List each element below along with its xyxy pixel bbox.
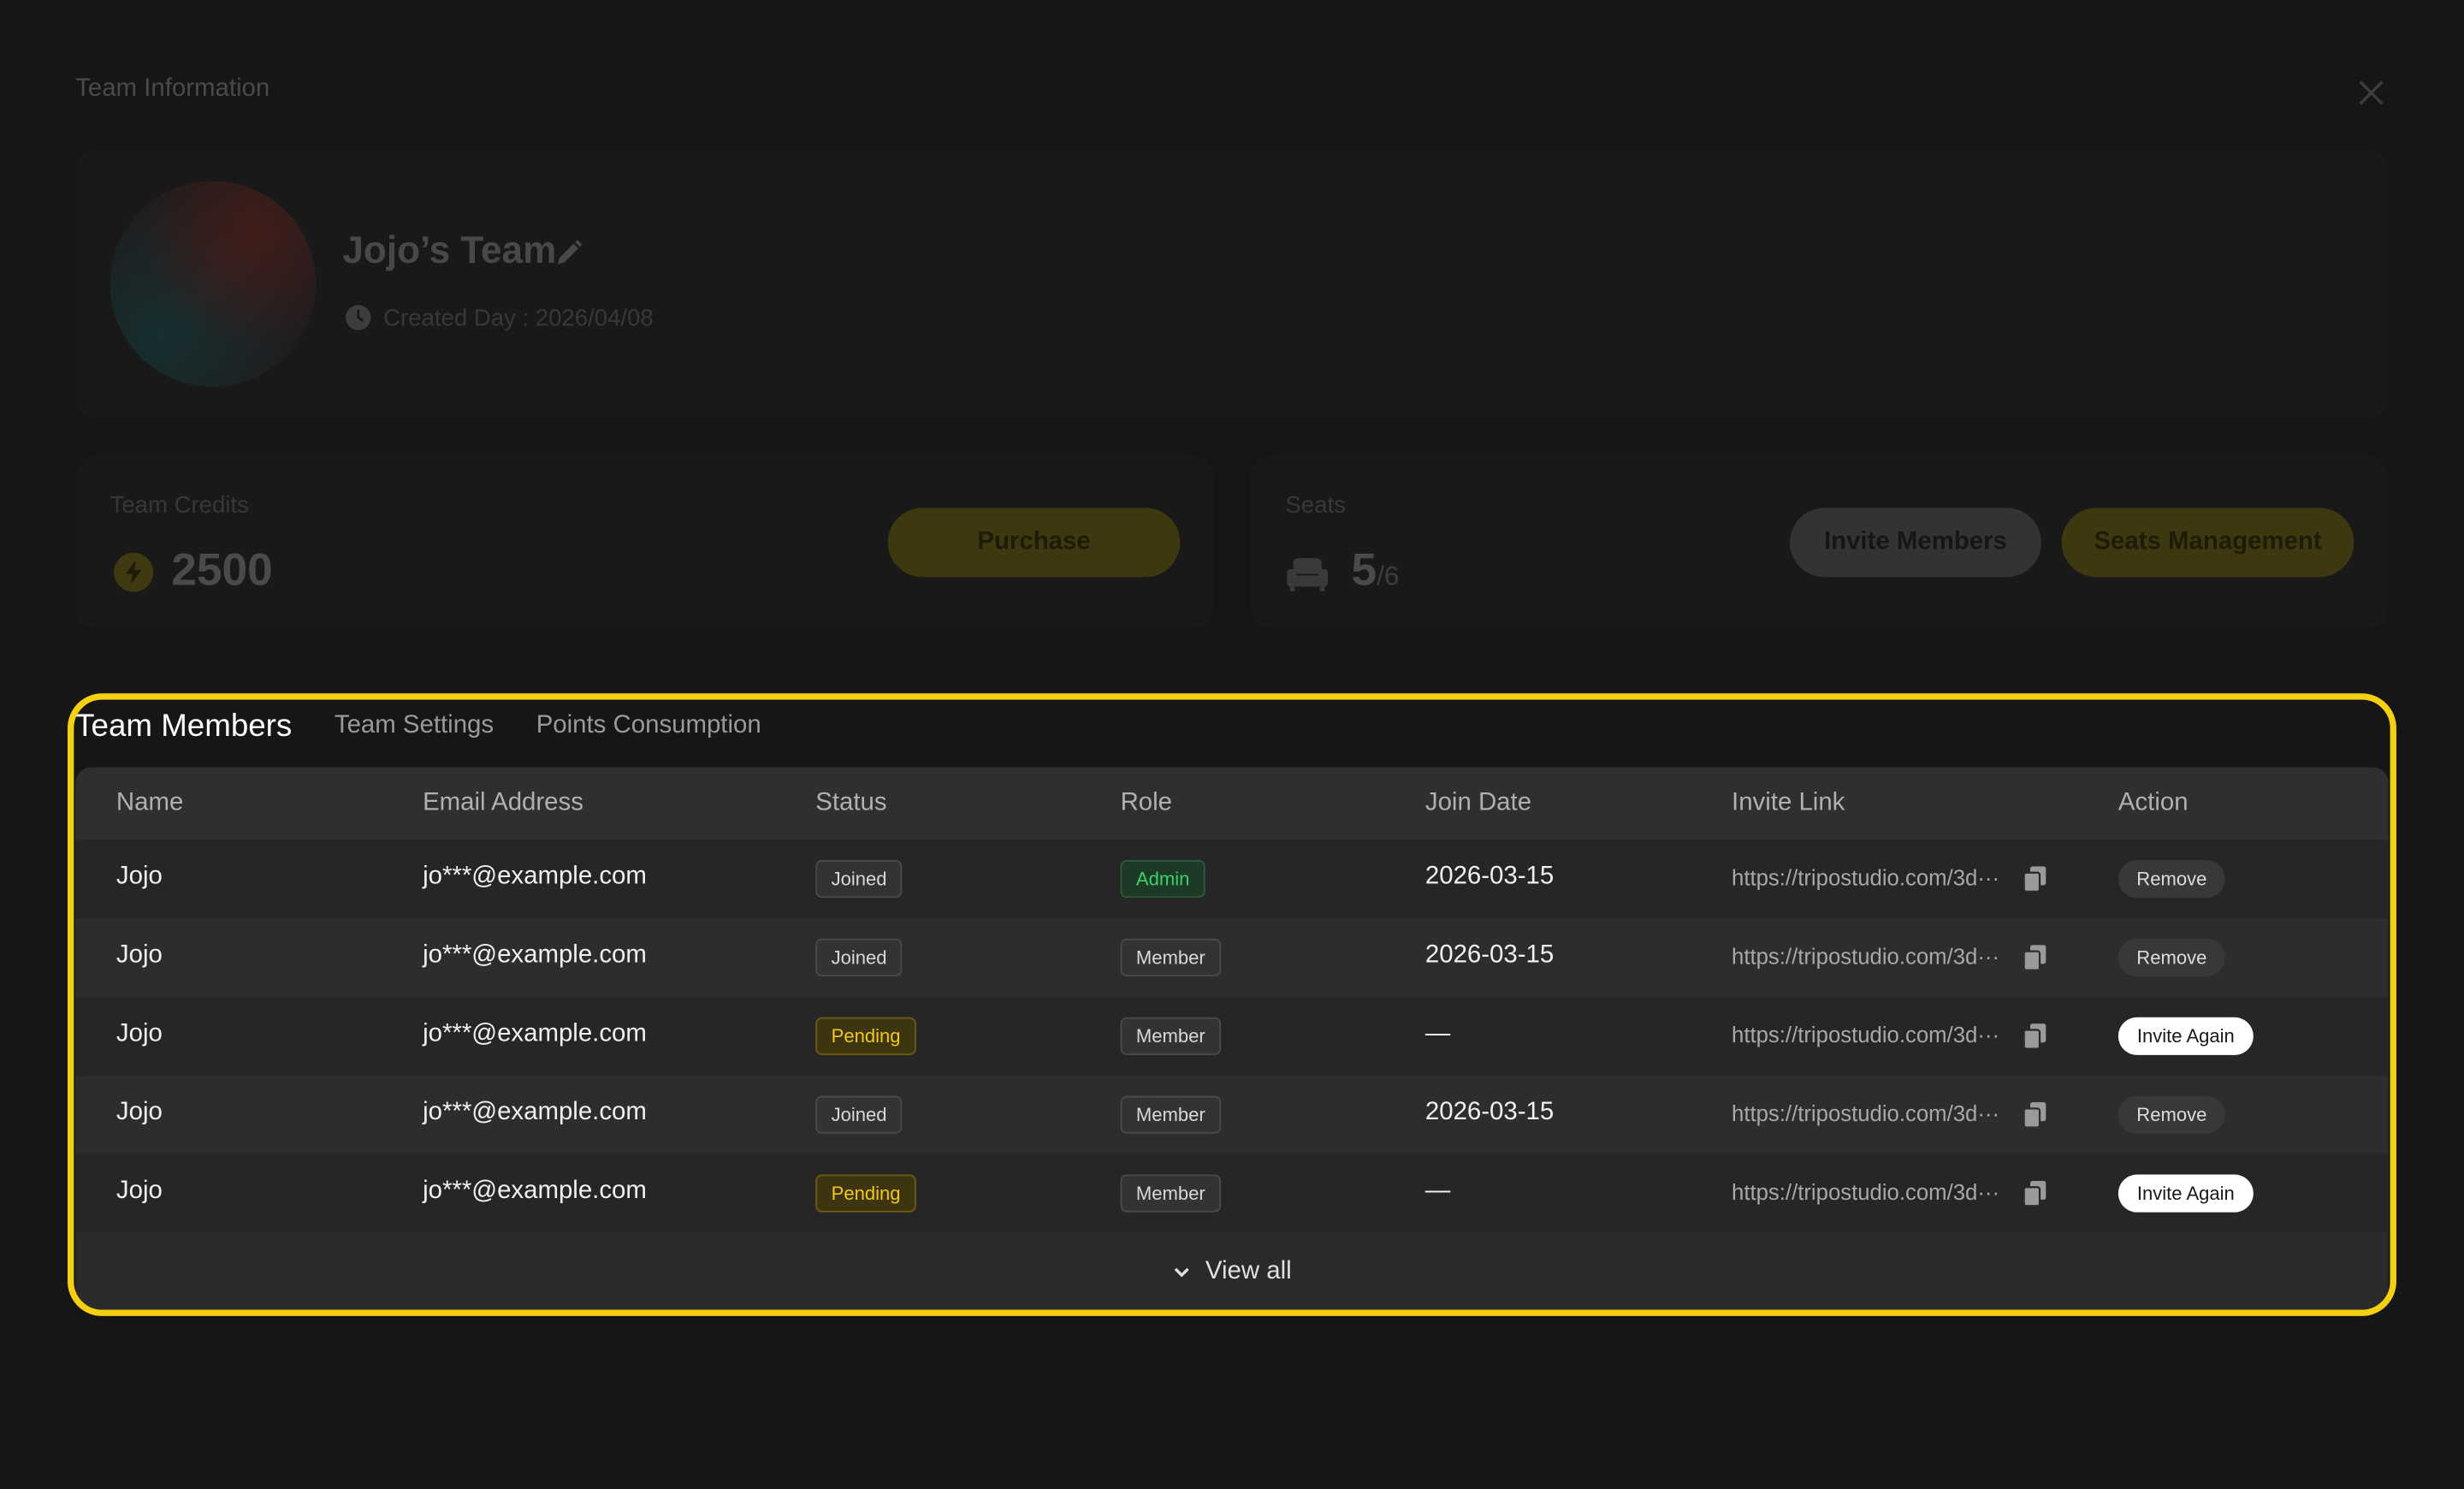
join-date: 2026-03-15 — [1424, 941, 1555, 969]
status-badge: Joined — [815, 860, 903, 899]
member-name: Jojo — [116, 1099, 163, 1126]
seats-label: Seats — [1285, 492, 1346, 519]
invite-link: https://tripostudio.com/3d··· — [1732, 864, 2000, 890]
modal-title: Team Information — [75, 75, 270, 103]
invite-link: https://tripostudio.com/3d··· — [1732, 1022, 2000, 1047]
seats-used: 5 — [1351, 545, 1377, 596]
tab-team-settings[interactable]: Team Settings — [335, 712, 494, 740]
status-badge: Joined — [815, 938, 903, 977]
copy-icon[interactable] — [2023, 1180, 2046, 1207]
team-information-modal: Team Information Jojo’s Team Created Day… — [0, 0, 2464, 1489]
join-date: — — [1424, 1020, 1451, 1047]
invite-again-button[interactable]: Invite Again — [2118, 1174, 2254, 1213]
table-row: Jojo jo***@example.com Joined Member 202… — [75, 918, 2389, 997]
purchase-button[interactable]: Purchase — [887, 507, 1181, 578]
member-name: Jojo — [116, 941, 163, 969]
clock-icon — [346, 305, 371, 330]
copy-icon[interactable] — [2023, 866, 2046, 892]
role-badge: Member — [1120, 938, 1222, 977]
invite-link: https://tripostudio.com/3d··· — [1732, 943, 2000, 969]
role-badge: Member — [1120, 1095, 1222, 1134]
view-all-label: View all — [1205, 1257, 1292, 1285]
credits-value: 2500 — [171, 545, 273, 596]
header-invite-link: Invite Link — [1732, 789, 1845, 816]
header-action: Action — [2118, 789, 2189, 816]
header-email: Email Address — [423, 789, 583, 816]
member-name: Jojo — [116, 1178, 163, 1205]
table-row: Jojo jo***@example.com Pending Member — … — [75, 1154, 2389, 1233]
member-email: jo***@example.com — [423, 1020, 647, 1047]
remove-button[interactable]: Remove — [2118, 860, 2225, 899]
members-table: Name Email Address Status Role Join Date… — [75, 767, 2389, 1310]
seats-management-button[interactable]: Seats Management — [2061, 507, 2354, 578]
chevron-down-icon — [1174, 1267, 1189, 1278]
member-name: Jojo — [116, 863, 163, 890]
join-date: 2026-03-15 — [1424, 1099, 1555, 1126]
role-badge: Member — [1120, 1017, 1222, 1055]
member-email: jo***@example.com — [423, 1099, 647, 1126]
team-card: Jojo’s Team Created Day : 2026/04/08 — [75, 151, 2389, 418]
table-row: Jojo jo***@example.com Pending Member — … — [75, 996, 2389, 1076]
credits-label: Team Credits — [110, 492, 249, 519]
header-role: Role — [1120, 789, 1173, 816]
invite-link: https://tripostudio.com/3d··· — [1732, 1179, 2000, 1205]
seats-card: Seats 5/6 Invite Members Seats Managemen… — [1251, 455, 2389, 629]
seats-value: 5/6 — [1352, 546, 1400, 598]
invite-members-button[interactable]: Invite Members — [1790, 507, 2041, 578]
view-all-button[interactable]: View all — [75, 1234, 2389, 1309]
member-email: jo***@example.com — [423, 941, 647, 969]
member-name: Jojo — [116, 1020, 163, 1047]
member-email: jo***@example.com — [423, 1178, 647, 1205]
role-badge: Admin — [1120, 860, 1205, 899]
tab-points-consumption[interactable]: Points Consumption — [536, 712, 761, 740]
status-badge: Joined — [815, 1095, 903, 1134]
copy-icon[interactable] — [2023, 945, 2046, 970]
close-icon[interactable] — [2355, 77, 2387, 109]
status-badge: Pending — [815, 1174, 916, 1213]
table-header: Name Email Address Status Role Join Date… — [75, 767, 2389, 840]
tab-team-members[interactable]: Team Members — [75, 709, 292, 744]
sofa-seat-icon — [1287, 558, 1329, 591]
header-join-date: Join Date — [1424, 789, 1532, 816]
header-status: Status — [815, 789, 887, 816]
seats-total: /6 — [1377, 561, 1400, 591]
status-badge: Pending — [815, 1017, 916, 1055]
join-date: — — [1424, 1178, 1451, 1205]
header-name: Name — [116, 789, 184, 816]
invite-link: https://tripostudio.com/3d··· — [1732, 1100, 2000, 1126]
role-badge: Member — [1120, 1174, 1222, 1213]
team-credits-card: Team Credits 2500 Purchase — [75, 455, 1213, 629]
team-name: Jojo’s Team — [342, 229, 557, 272]
lightning-bolt-icon — [114, 552, 154, 592]
copy-icon[interactable] — [2023, 1102, 2046, 1128]
tab-bar: Team Members Team Settings Points Consum… — [75, 698, 803, 755]
join-date: 2026-03-15 — [1424, 863, 1555, 890]
table-row: Jojo jo***@example.com Joined Admin 2026… — [75, 839, 2389, 919]
invite-again-button[interactable]: Invite Again — [2118, 1017, 2254, 1055]
team-avatar — [110, 181, 317, 388]
table-row: Jojo jo***@example.com Joined Member 202… — [75, 1075, 2389, 1154]
copy-icon[interactable] — [2023, 1023, 2046, 1049]
remove-button[interactable]: Remove — [2118, 1095, 2225, 1134]
remove-button[interactable]: Remove — [2118, 938, 2225, 977]
member-email: jo***@example.com — [423, 863, 647, 890]
created-date: Created Day : 2026/04/08 — [383, 305, 654, 332]
edit-pencil-icon[interactable] — [554, 237, 585, 269]
